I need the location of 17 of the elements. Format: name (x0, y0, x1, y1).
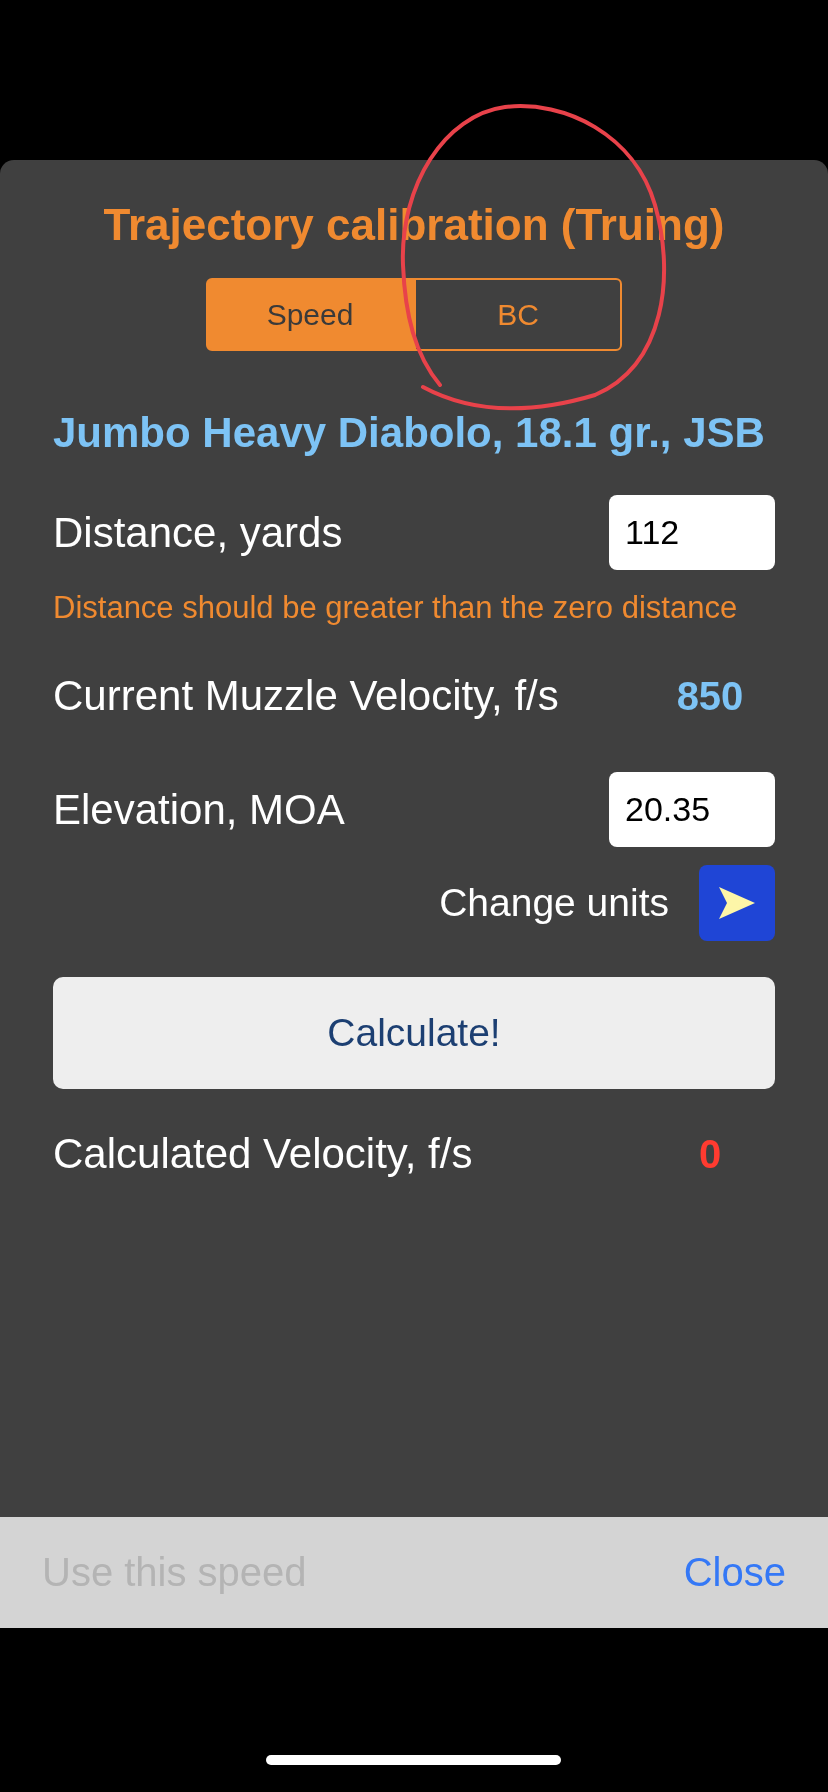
calculated-velocity-label: Calculated Velocity, f/s (53, 1130, 473, 1178)
calculate-button[interactable]: Calculate! (53, 977, 775, 1089)
elevation-field[interactable]: 20.35 (609, 772, 775, 847)
segment-tab[interactable]: Speed (206, 278, 414, 351)
change-units-button[interactable] (699, 865, 775, 941)
elevation-label: Elevation, MOA (53, 785, 345, 834)
calculated-velocity-value: 0 (697, 1131, 723, 1177)
muzzle-velocity-value: 850 (675, 673, 745, 719)
footer-button[interactable]: Close (683, 1550, 786, 1595)
muzzle-velocity-label: Current Muzzle Velocity, f/s (53, 672, 559, 720)
error-message: Distance should be greater than the zero distance (53, 590, 739, 626)
change-units-label: Change units (439, 881, 669, 925)
distance-field[interactable]: 112 (609, 495, 775, 570)
distance-label: Distance, yards (53, 508, 343, 557)
arrow-icon (717, 885, 757, 921)
segment-tab[interactable]: BC (414, 278, 622, 351)
projectile-name: Jumbo Heavy Diabolo, 18.1 gr., JSB (53, 409, 766, 457)
